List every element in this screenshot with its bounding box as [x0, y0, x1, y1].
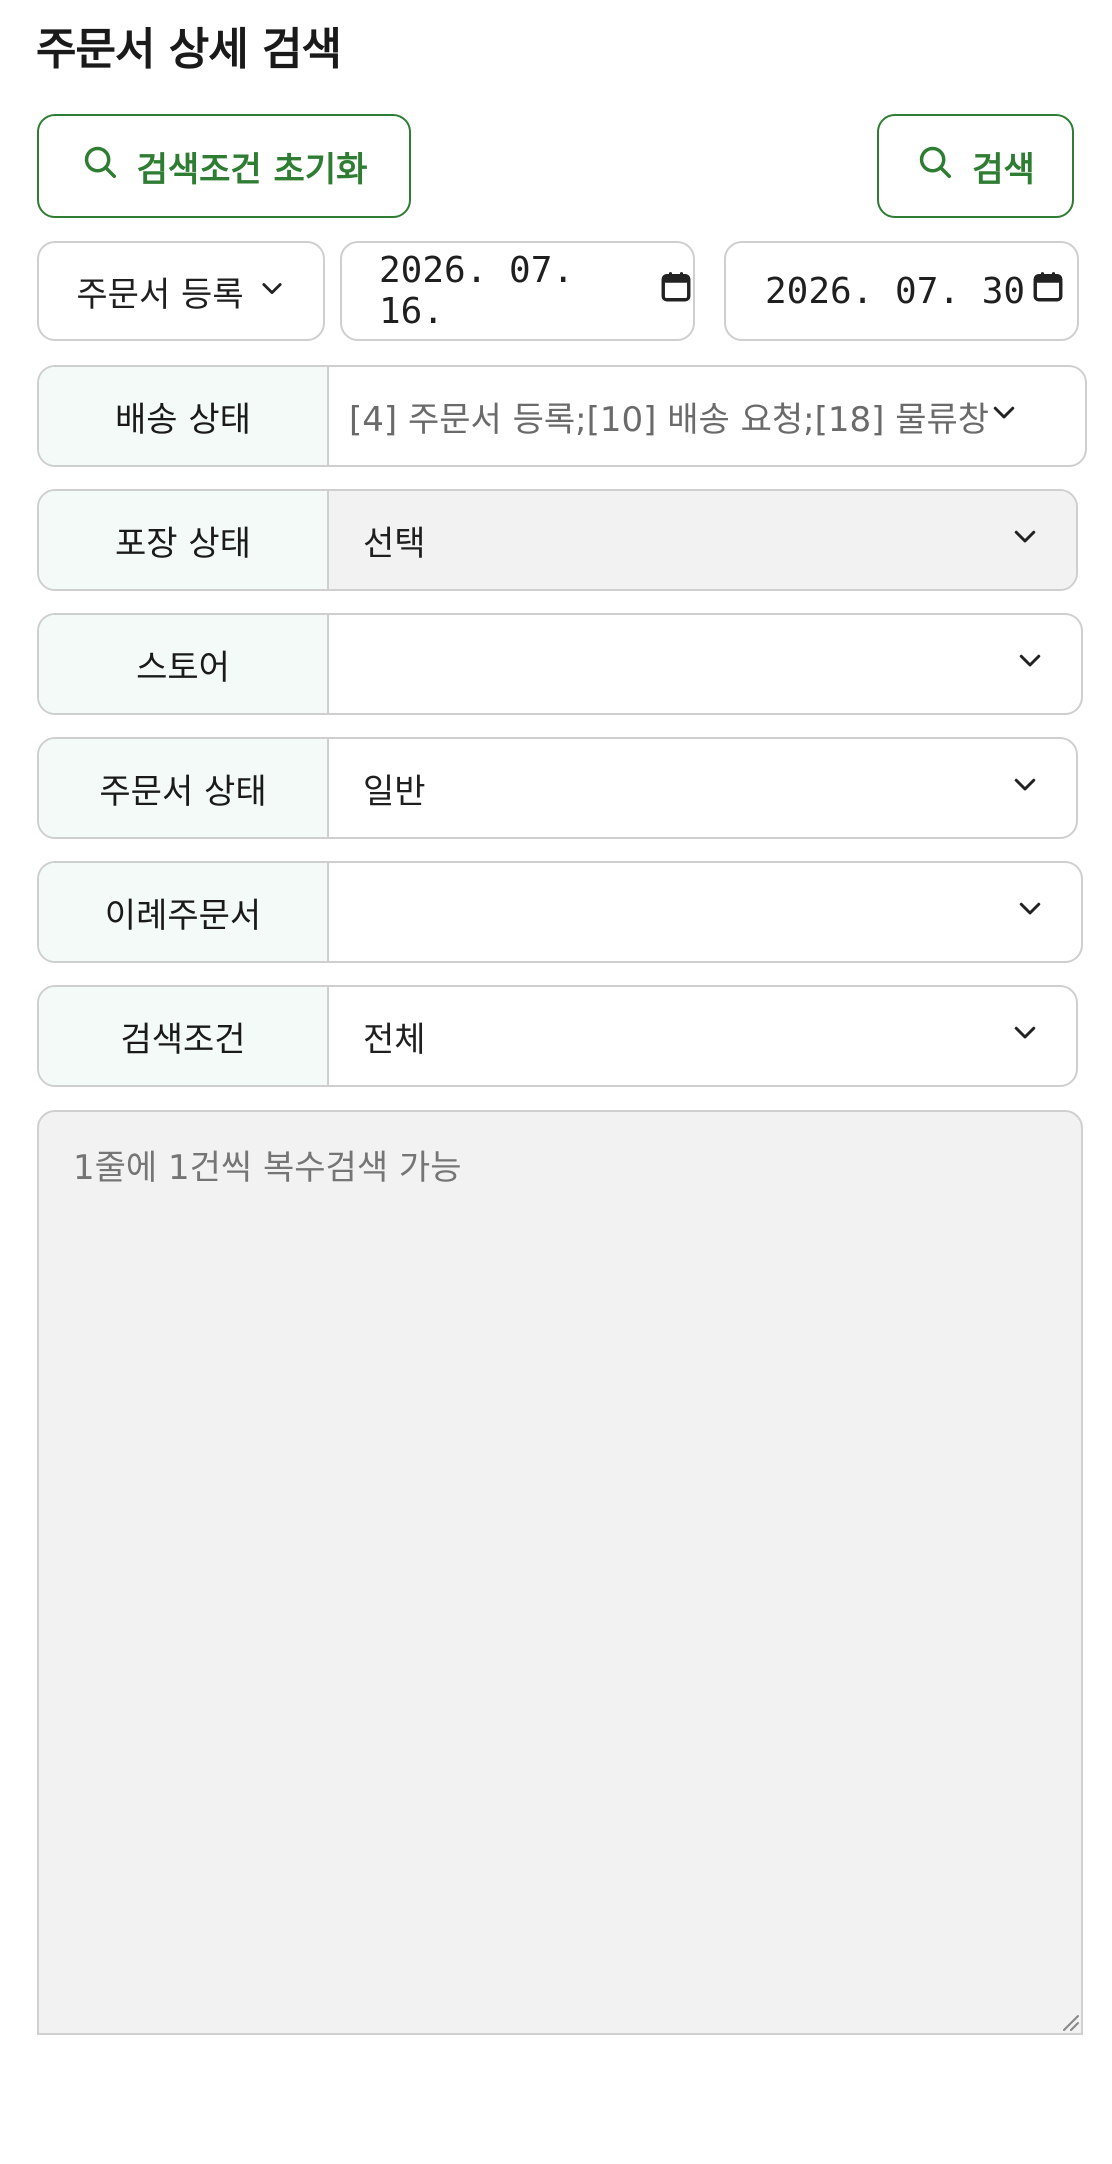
chevron-down-icon [1010, 520, 1040, 560]
delivery-status-label: 배송 상태 [39, 367, 329, 465]
date-from-value: 2026. 07. 16. [379, 250, 575, 332]
date-from-input[interactable]: 2026. 07. 16. [340, 241, 695, 341]
search-condition-row: 검색조건 전체 [37, 985, 1078, 1087]
delivery-status-select[interactable]: [4] 주문서 등록;[10] 배송 요청;[18] 물류창고 [329, 367, 1085, 465]
store-select[interactable] [329, 615, 1081, 713]
chevron-down-icon [1015, 644, 1045, 684]
order-status-row: 주문서 상태 일반 [37, 737, 1078, 839]
exception-order-row: 이례주문서 [37, 861, 1083, 963]
order-status-select[interactable]: 일반 [329, 739, 1076, 837]
calendar-icon[interactable] [1031, 270, 1065, 313]
search-condition-value: 전체 [363, 1019, 426, 1060]
packing-status-label: 포장 상태 [39, 491, 329, 589]
chevron-down-icon [1010, 1016, 1040, 1056]
order-status-value: 일반 [363, 771, 426, 812]
chevron-down-icon [1015, 892, 1045, 932]
exception-order-select[interactable] [329, 863, 1081, 961]
chevron-down-icon [989, 396, 1019, 436]
packing-status-value: 선택 [363, 523, 426, 564]
search-condition-label: 검색조건 [39, 987, 329, 1085]
reset-search-button[interactable]: 검색조건 초기화 [37, 114, 411, 218]
search-icon [916, 143, 954, 190]
calendar-icon[interactable] [659, 270, 693, 313]
chevron-down-icon [1010, 768, 1040, 808]
search-button[interactable]: 검색 [877, 114, 1074, 218]
reset-search-label: 검색조건 초기화 [136, 149, 368, 190]
delivery-status-row: 배송 상태 [4] 주문서 등록;[10] 배송 요청;[18] 물류창고 [37, 365, 1087, 467]
search-icon [81, 143, 119, 190]
store-row: 스토어 [37, 613, 1083, 715]
packing-status-row: 포장 상태 선택 [37, 489, 1078, 591]
date-to-input[interactable]: 2026. 07. 30 [724, 241, 1079, 341]
order-status-label: 주문서 상태 [39, 739, 329, 837]
date-type-label: 주문서 등록 [76, 274, 244, 315]
packing-status-select[interactable]: 선택 [329, 491, 1076, 589]
search-condition-select[interactable]: 전체 [329, 987, 1076, 1085]
page-title: 주문서 상세 검색 [36, 24, 342, 75]
chevron-down-icon [258, 271, 286, 311]
delivery-status-value: [4] 주문서 등록;[10] 배송 요청;[18] 물류창고 [349, 399, 989, 440]
store-label: 스토어 [39, 615, 329, 713]
keyword-textarea[interactable] [37, 1110, 1083, 2035]
exception-order-label: 이례주문서 [39, 863, 329, 961]
date-type-select[interactable]: 주문서 등록 [37, 241, 325, 341]
resize-handle-icon[interactable] [1058, 2010, 1080, 2032]
date-to-value: 2026. 07. 30 [765, 270, 1026, 312]
search-label: 검색 [972, 149, 1035, 190]
